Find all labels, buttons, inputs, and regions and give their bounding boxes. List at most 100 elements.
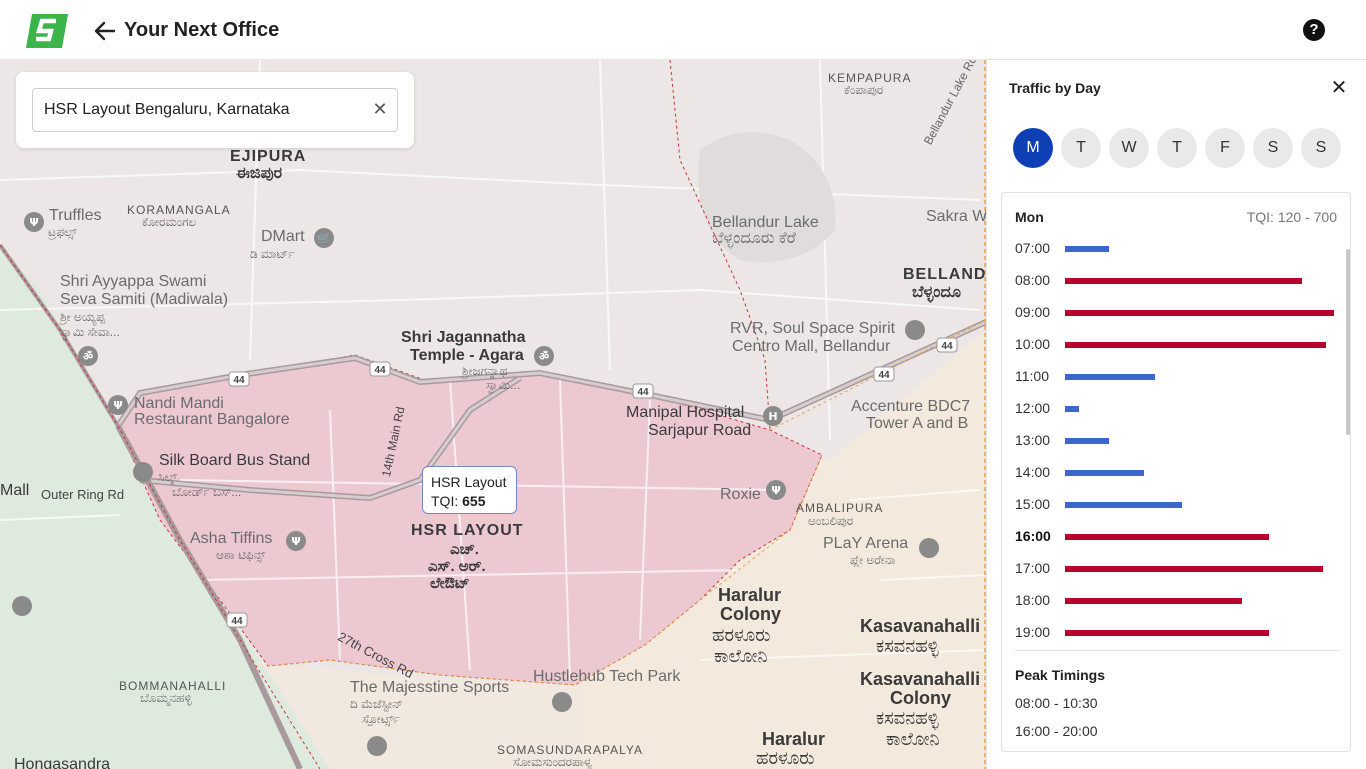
svg-text:H: H xyxy=(768,410,777,423)
day-selector: MTWTFSS xyxy=(1013,128,1353,168)
traffic-bar xyxy=(1065,630,1269,636)
map-label-asha-tiffins: Asha Tiffins xyxy=(190,530,273,547)
traffic-bar xyxy=(1065,438,1109,444)
hour-row: 09:00 xyxy=(1002,297,1342,329)
day-button[interactable]: F xyxy=(1205,128,1245,168)
map-label-asha-tiffins-kn: ಆಶಾ ಟಿಫಿನ್ಸ್ xyxy=(216,548,266,562)
map-label-haralur-colony-kn2: ಕಾಲೋನಿ xyxy=(714,646,768,666)
traffic-bar xyxy=(1065,310,1334,316)
map-label-kasavanahalli-kn: ಕಸವನಹಳ್ಳಿ xyxy=(876,636,939,656)
map-label-haralur: Haralur xyxy=(762,729,826,749)
peak-timing-item: 08:00 - 10:30 xyxy=(1015,695,1098,711)
app-logo[interactable] xyxy=(26,14,68,48)
hour-label: 08:00 xyxy=(1015,272,1051,288)
map-label-rvr-1: RVR, Soul Space Spirit xyxy=(730,320,896,337)
map-label-truffles-kn: ಟ್ರಫಲ್ಸ್ xyxy=(48,225,77,239)
tooltip-tqi: TQI: 655 xyxy=(431,492,508,511)
map-label-ayyappa-2: Seva Samiti (Madiwala) xyxy=(60,291,229,308)
map-label-hsr-kn2: ಎಸ್. ಅರ್. xyxy=(428,558,486,575)
svg-text:Ψ: Ψ xyxy=(291,535,300,548)
tooltip-tqi-value: 655 xyxy=(462,493,486,509)
day-button[interactable]: T xyxy=(1157,128,1197,168)
map-label-nandi-2: Restaurant Bangalore xyxy=(134,411,290,428)
help-icon[interactable]: ? xyxy=(1303,19,1325,41)
day-button[interactable]: S xyxy=(1301,128,1341,168)
hourly-traffic-list[interactable]: 07:00 08:00 09:00 10:00 11:00 12:00 13:00 14:00… xyxy=(1002,233,1342,643)
app-header: Your Next Office ? xyxy=(0,0,1366,60)
map-label-kasavanahalli-colony-kn2: ಕಾಲೋನಿ xyxy=(886,729,940,749)
back-arrow-icon[interactable] xyxy=(92,18,118,44)
map-label-haralur-kn: ಹರಳೂರು xyxy=(756,748,815,768)
hour-label: 10:00 xyxy=(1015,336,1051,352)
map-label-sakra: Sakra W xyxy=(926,208,986,225)
page-title: Your Next Office xyxy=(124,19,280,41)
map-label-majesstine-kn2: ಸ್ಪೋರ್ಟ್ಸ್ xyxy=(362,712,400,726)
traffic-bar xyxy=(1065,278,1302,284)
hour-label: 15:00 xyxy=(1015,496,1051,512)
svg-text:Ψ: Ψ xyxy=(29,216,38,229)
traffic-card: Mon TQI: 120 - 700 07:00 08:00 09:00 10:00 1… xyxy=(1001,192,1351,752)
map-label-ambalipura-kn: ಅಂಬಲಿಪುರ xyxy=(808,514,854,528)
map-label-ayyappa-1: Shri Ayyappa Swami xyxy=(60,273,207,290)
map-label-haralur-colony-1: Haralur xyxy=(718,585,782,605)
map-label-truffles: Truffles xyxy=(49,207,102,224)
hour-label: 09:00 xyxy=(1015,304,1051,320)
map-label-accenture-1: Accenture BDC7 xyxy=(851,398,971,415)
traffic-panel: Traffic by Day ✕ MTWTFSS Mon TQI: 120 - … xyxy=(986,60,1366,769)
hour-row: 07:00 xyxy=(1002,233,1342,265)
traffic-bar xyxy=(1065,342,1326,348)
map-label-hsr-layout: HSR LAYOUT xyxy=(411,522,524,539)
hour-label: 16:00 xyxy=(1015,528,1051,544)
map-label-silk-board-kn2: ಬೋರ್ಡ್ ಬಸ್... xyxy=(172,485,242,499)
hour-label: 17:00 xyxy=(1015,560,1051,576)
map-label-bellandur-lake: Bellandur Lake xyxy=(712,214,819,231)
hour-label: 11:00 xyxy=(1015,368,1049,384)
area-tooltip: HSR Layout TQI: 655 xyxy=(422,466,517,514)
day-button[interactable]: M xyxy=(1013,128,1053,168)
hour-row: 18:00 xyxy=(1002,585,1342,617)
map-label-hongasandra: Hongasandra xyxy=(14,756,111,769)
search-card: ✕ xyxy=(16,72,414,148)
map-label-nandi-1: Nandi Mandi xyxy=(134,395,224,412)
hour-row: 12:00 xyxy=(1002,393,1342,425)
day-button[interactable]: S xyxy=(1253,128,1293,168)
map-label-haralur-colony-2: Colony xyxy=(720,604,781,624)
hour-row: 10:00 xyxy=(1002,329,1342,361)
peak-timings-title: Peak Timings xyxy=(1015,667,1106,683)
search-input[interactable] xyxy=(32,88,398,132)
scrollbar[interactable] xyxy=(1346,249,1350,435)
panel-title: Traffic by Day xyxy=(1009,80,1101,96)
map-label-kasavanahalli-colony-2: Colony xyxy=(890,688,951,708)
traffic-bar xyxy=(1065,374,1155,380)
hour-label: 07:00 xyxy=(1015,240,1051,256)
hour-label: 13:00 xyxy=(1015,432,1051,448)
map-label-dmart: DMart xyxy=(261,228,305,245)
hour-row: 14:00 xyxy=(1002,457,1342,489)
map-label-ejipura-kn: ಈಜಿಪುರ xyxy=(236,165,283,182)
close-icon[interactable]: ✕ xyxy=(1329,78,1349,98)
svg-text:Ψ: Ψ xyxy=(113,399,122,412)
map-label-somasundarapalya-kn: ಸೋಮಸುಂದರಪಾಳ್ಯ xyxy=(513,755,593,769)
map-label-bellandur-lake-kn: ಬೆಳ್ಳಂದೂರು ಕೆರೆ xyxy=(712,230,796,247)
day-button[interactable]: T xyxy=(1061,128,1101,168)
svg-text:44: 44 xyxy=(231,616,243,627)
svg-text:44: 44 xyxy=(878,370,890,381)
map-label-kasavanahalli: Kasavanahalli xyxy=(860,616,981,636)
map-view[interactable]: 44 44 44 44 44 44 🛒 ॐ ॐ H Ψ Ψ Ψ Ψ EJIPUR… xyxy=(0,60,986,769)
hour-label: 19:00 xyxy=(1015,624,1051,640)
map-label-outer-ring: Outer Ring Rd xyxy=(41,487,125,502)
hour-row: 19:00 xyxy=(1002,617,1342,649)
traffic-bar xyxy=(1065,246,1109,252)
map-label-hsr-kn3: ಲೇಔಟ್ xyxy=(430,575,470,592)
clear-icon[interactable]: ✕ xyxy=(370,99,390,119)
tooltip-tqi-label: TQI: xyxy=(431,493,459,509)
hour-row: 15:00 xyxy=(1002,489,1342,521)
traffic-bar xyxy=(1065,566,1323,572)
map-label-hustlehub: Hustlehub Tech Park xyxy=(533,668,681,685)
traffic-bar xyxy=(1065,598,1242,604)
map-label-bommanahalli-kn: ಬೊಮ್ಮನಹಳ್ಳಿ xyxy=(140,691,192,705)
map-label-accenture-2: Tower A and B xyxy=(866,415,969,432)
traffic-bar xyxy=(1065,502,1182,508)
selected-day-label: Mon xyxy=(1015,209,1044,225)
day-button[interactable]: W xyxy=(1109,128,1149,168)
